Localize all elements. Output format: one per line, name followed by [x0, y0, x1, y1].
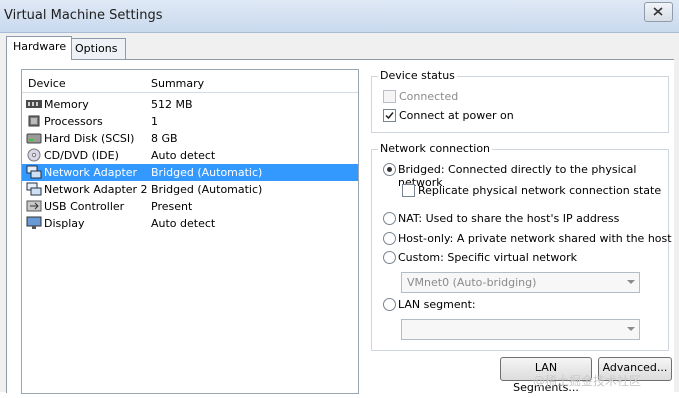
- title-bar: Virtual Machine Settings: [0, 0, 679, 33]
- device-row-hard-disk[interactable]: Hard Disk (SCSI) 8 GB: [22, 130, 358, 147]
- device-column-header[interactable]: Device: [28, 77, 66, 90]
- cd-dvd-icon: [27, 148, 41, 162]
- device-summary: 512 MB: [151, 98, 193, 111]
- lan-segment-label: LAN segment:: [398, 298, 476, 311]
- device-row-network-adapter[interactable]: Network Adapter Bridged (Automatic): [22, 164, 358, 181]
- device-summary: Auto detect: [151, 217, 216, 230]
- processor-icon: [28, 115, 40, 127]
- connect-at-power-on-label: Connect at power on: [399, 109, 514, 122]
- connected-checkbox[interactable]: [383, 90, 396, 103]
- device-list: Device Summary Memory 512 MB Processors …: [21, 69, 359, 394]
- host-only-radio[interactable]: [383, 232, 396, 245]
- vm-settings-window: Virtual Machine Settings Hardware Option…: [0, 0, 679, 394]
- lan-segment-select[interactable]: [401, 319, 640, 340]
- device-row-memory[interactable]: Memory 512 MB: [22, 96, 358, 113]
- display-icon: [26, 216, 42, 229]
- memory-icon: [26, 100, 42, 108]
- close-icon: [653, 7, 663, 16]
- host-only-label: Host-only: A private network shared with…: [398, 232, 672, 245]
- close-button[interactable]: [644, 2, 673, 22]
- replicate-state-label: Replicate physical network connection st…: [418, 184, 662, 197]
- checkmark-icon: [385, 112, 394, 120]
- device-name: Display: [44, 217, 85, 230]
- custom-label: Custom: Specific virtual network: [398, 251, 577, 264]
- device-status-group: Device status: [371, 69, 669, 133]
- custom-network-value: VMnet0 (Auto-bridging): [407, 276, 537, 289]
- device-summary: 8 GB: [151, 132, 178, 145]
- device-list-header: Device Summary: [22, 70, 358, 93]
- device-name: Network Adapter: [44, 166, 138, 179]
- bridged-radio[interactable]: [383, 163, 396, 176]
- radio-selected-dot: [387, 167, 392, 172]
- chevron-down-icon: [627, 280, 635, 284]
- custom-radio[interactable]: [383, 251, 396, 264]
- device-name: Hard Disk (SCSI): [44, 132, 135, 145]
- device-name: Network Adapter 2: [44, 183, 148, 196]
- lan-segment-radio[interactable]: [383, 298, 396, 311]
- device-row-network-adapter-2[interactable]: Network Adapter 2 Bridged (Automatic): [22, 181, 358, 198]
- device-row-processors[interactable]: Processors 1: [22, 113, 358, 130]
- window-title: Virtual Machine Settings: [4, 8, 163, 23]
- device-status-legend: Device status: [378, 69, 457, 82]
- chevron-down-icon: [627, 327, 635, 331]
- device-summary: Present: [151, 200, 193, 213]
- device-name: USB Controller: [44, 200, 125, 213]
- device-row-usb-controller[interactable]: USB Controller Present: [22, 198, 358, 215]
- device-summary: Auto detect: [151, 149, 216, 162]
- custom-network-select[interactable]: VMnet0 (Auto-bridging): [401, 272, 640, 293]
- connected-label: Connected: [399, 90, 459, 103]
- nat-label: NAT: Used to share the host's IP address: [398, 212, 620, 225]
- connect-at-power-on-checkbox[interactable]: [383, 109, 396, 122]
- nat-radio[interactable]: [383, 212, 396, 225]
- device-summary: 1: [151, 115, 158, 128]
- device-summary: Bridged (Automatic): [151, 166, 263, 179]
- usb-icon: [26, 200, 42, 212]
- watermark-text: @稀土掘金技术社区: [533, 374, 642, 388]
- network-adapter-icon: [26, 182, 42, 196]
- summary-column-header[interactable]: Summary: [151, 77, 204, 90]
- network-adapter-icon: [26, 165, 42, 179]
- device-name: Processors: [44, 115, 103, 128]
- device-row-cd-dvd[interactable]: CD/DVD (IDE) Auto detect: [22, 147, 358, 164]
- replicate-state-checkbox[interactable]: [402, 184, 415, 197]
- tab-options[interactable]: Options: [68, 38, 126, 59]
- device-name: Memory: [44, 98, 89, 111]
- hard-disk-icon: [26, 133, 42, 144]
- device-name: CD/DVD (IDE): [44, 149, 119, 162]
- device-row-display[interactable]: Display Auto detect: [22, 215, 358, 232]
- device-summary: Bridged (Automatic): [151, 183, 263, 196]
- tab-hardware[interactable]: Hardware: [6, 36, 72, 60]
- network-connection-legend: Network connection: [378, 142, 493, 155]
